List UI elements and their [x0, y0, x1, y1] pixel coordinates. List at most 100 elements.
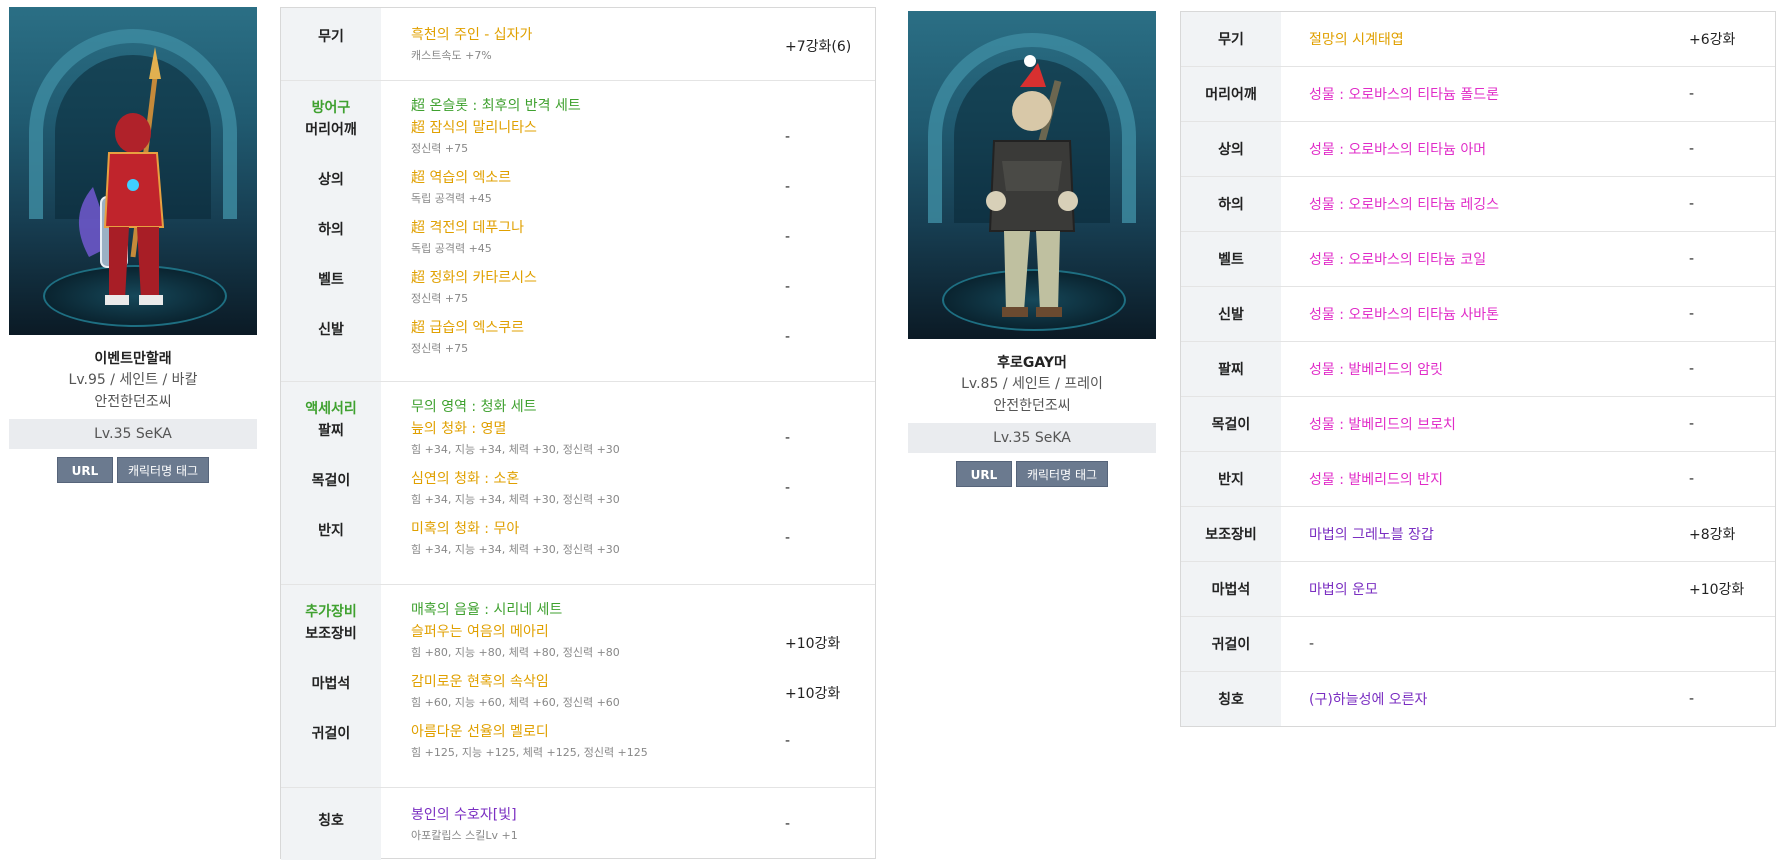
item-option: 정신력 +75	[411, 292, 469, 305]
item-name[interactable]: 심연의 청화 : 소혼	[411, 470, 785, 488]
button-row: URL 캐릭터명 태그	[9, 457, 257, 483]
item-option: 힘 +34, 지능 +34, 체력 +30, 정신력 +30	[411, 493, 620, 506]
item-name[interactable]: 미혹의 청화 : 무아	[411, 520, 785, 538]
equip-row: 팔찌 늪의 청화 : 영멸힘 +34, 지능 +34, 체력 +30, 정신력 …	[281, 420, 875, 470]
set-name[interactable]: 超 온슬롯 : 최후의 반격 세트	[411, 97, 785, 115]
slot-label: 칭호	[318, 813, 344, 829]
item-name[interactable]: 감미로운 현혹의 속삭임	[411, 673, 785, 691]
item-option: 독립 공격력 +45	[411, 192, 492, 205]
slot-label: 반지	[318, 523, 344, 539]
title-group: 칭호 봉인의 수호자[빛] 아포칼립스 스킬Lv +1 -	[281, 788, 875, 860]
equip-row: 반지 성물 : 발베리드의 반지 -	[1181, 452, 1775, 507]
equip-row: 보조장비 마법의 그레노블 장갑 +8강화	[1181, 507, 1775, 562]
item-name[interactable]: 성물 : 발베리드의 암릿	[1281, 359, 1689, 379]
slot-label: 팔찌	[318, 423, 344, 439]
equip-row: 상의 성물 : 오로바스의 티타늄 아머 -	[1181, 122, 1775, 177]
equip-row: 보조장비 슬퍼우는 여음의 메아리 힘 +80, 지능 +80, 체력 +80, …	[281, 623, 875, 673]
equip-row: 목걸이 성물 : 발베리드의 브로치 -	[1181, 397, 1775, 452]
character-portrait	[9, 7, 257, 335]
group-label: 액세서리	[305, 401, 357, 417]
set-name[interactable]: 무의 영역 : 청화 세트	[411, 398, 785, 416]
upgrade-level: -	[1689, 416, 1695, 432]
slot-label: 신발	[1181, 287, 1281, 341]
item-option: 정신력 +75	[411, 142, 469, 155]
slot-label: 상의	[318, 172, 344, 188]
item-name[interactable]: 성물 : 오로바스의 티타늄 사바톤	[1281, 304, 1689, 324]
item-name[interactable]: 늪의 청화 : 영멸	[411, 420, 785, 438]
upgrade-level: +7강화(6)	[785, 39, 852, 55]
equip-row: 벨트 성물 : 오로바스의 티타늄 코일 -	[1181, 232, 1775, 287]
extra-equipment-group: 추가장비 매혹의 음율 : 시리네 세트 보조장비 슬퍼우는 여음의 메아리 힘 …	[281, 585, 875, 788]
url-button[interactable]: URL	[56, 457, 113, 483]
item-name[interactable]: 성물 : 오로바스의 티타늄 폴드론	[1281, 84, 1689, 104]
slot-label: 벨트	[318, 272, 344, 288]
character-guild: 안전한던조씨	[993, 398, 1071, 414]
equip-row: 귀걸이 -	[1181, 617, 1775, 672]
item-name[interactable]: 超 급습의 엑스쿠르	[411, 319, 785, 337]
item-name[interactable]: 超 역습의 엑소르	[411, 169, 785, 187]
weapon-group: 무기 흑천의 주인 - 십자가 캐스트속도 +7% +7강화(6)	[281, 8, 875, 81]
slot-label: 마법석	[311, 676, 351, 692]
item-name[interactable]: -	[1281, 636, 1689, 652]
upgrade-level: +10강화	[785, 686, 841, 702]
upgrade-level: +6강화	[1689, 32, 1736, 48]
equip-row: 칭호 (구)하늘성에 오른자 -	[1181, 672, 1775, 726]
item-option: 힘 +125, 지능 +125, 체력 +125, 정신력 +125	[411, 746, 648, 759]
equip-row: 마법석 감미로운 현혹의 속삭임 힘 +60, 지능 +60, 체력 +60, 정…	[281, 673, 875, 723]
item-option: 힘 +34, 지능 +34, 체력 +30, 정신력 +30	[411, 443, 620, 456]
item-name[interactable]: 아름다운 선율의 멜로디	[411, 723, 785, 741]
item-name[interactable]: 성물 : 발베리드의 브로치	[1281, 414, 1689, 434]
upgrade-level: -	[785, 329, 791, 345]
upgrade-level: -	[785, 279, 791, 295]
character-panel-2: 후로GAY머 Lv.85 / 세인트 / 프레이 안전한던조씨 Lv.35 Se…	[908, 11, 1156, 487]
accessory-group: 액세서리 무의 영역 : 청화 세트 팔찌 늪의 청화 : 영멸힘 +34, 지…	[281, 382, 875, 585]
item-name[interactable]: 절망의 시계태엽	[1281, 29, 1689, 49]
slot-label: 무기	[1181, 12, 1281, 66]
upgrade-level: -	[1689, 86, 1695, 102]
item-name[interactable]: 봉인의 수호자[빛]	[411, 806, 785, 824]
item-name[interactable]: (구)하늘성에 오른자	[1281, 689, 1689, 709]
upgrade-level: +10강화	[785, 636, 841, 652]
character-tag-button[interactable]: 캐릭터명 태그	[116, 457, 210, 483]
character-level-class-server: Lv.95 / 세인트 / 바칼	[68, 372, 198, 388]
equip-row: 상의 超 역습의 엑소르 독립 공격력 +45 -	[281, 169, 875, 219]
item-option: 힘 +34, 지능 +34, 체력 +30, 정신력 +30	[411, 543, 620, 556]
set-name[interactable]: 매혹의 음율 : 시리네 세트	[411, 601, 785, 619]
item-name[interactable]: 마법의 그레노블 장갑	[1281, 524, 1689, 544]
item-name[interactable]: 성물 : 오로바스의 티타늄 아머	[1281, 139, 1689, 159]
character-portrait	[908, 11, 1156, 339]
item-option: 정신력 +75	[411, 342, 469, 355]
slot-label: 머리어깨	[305, 122, 357, 138]
upgrade-level: -	[785, 430, 791, 446]
item-option: 캐스트속도 +7%	[411, 49, 492, 62]
character-level-class-server: Lv.85 / 세인트 / 프레이	[961, 376, 1103, 392]
equipment-table-2: 무기 절망의 시계태엽 +6강화머리어깨 성물 : 오로바스의 티타늄 폴드론 - 상의 성…	[1180, 11, 1776, 727]
item-name[interactable]: 超 잠식의 말리니타스	[411, 119, 785, 137]
character-tag-button[interactable]: 캐릭터명 태그	[1015, 461, 1109, 487]
upgrade-level: -	[1689, 691, 1695, 707]
item-name[interactable]: 超 격전의 데푸그나	[411, 219, 785, 237]
equip-row: 머리어깨 성물 : 오로바스의 티타늄 폴드론 -	[1181, 67, 1775, 122]
upgrade-level: -	[785, 733, 791, 749]
equip-row: 목걸이 심연의 청화 : 소혼 힘 +34, 지능 +34, 체력 +30, 정신…	[281, 470, 875, 520]
slot-label: 목걸이	[1181, 397, 1281, 451]
character-name: 후로GAY머	[997, 355, 1067, 371]
button-row: URL 캐릭터명 태그	[908, 461, 1156, 487]
slot-label: 반지	[1181, 452, 1281, 506]
url-button[interactable]: URL	[955, 461, 1012, 487]
upgrade-level: -	[1689, 196, 1695, 212]
slot-label: 보조장비	[1181, 507, 1281, 561]
item-name[interactable]: 超 정화의 카타르시스	[411, 269, 785, 287]
item-name[interactable]: 슬퍼우는 여음의 메아리	[411, 623, 785, 641]
equip-row: 반지 미혹의 청화 : 무아힘 +34, 지능 +34, 체력 +30, 정신력…	[281, 520, 875, 570]
armor-set-row: 방어구 超 온슬롯 : 최후의 반격 세트	[281, 81, 875, 119]
slot-label: 하의	[318, 222, 344, 238]
item-name[interactable]: 성물 : 오로바스의 티타늄 레깅스	[1281, 194, 1689, 214]
item-name[interactable]: 흑천의 주인 - 십자가	[411, 26, 785, 44]
item-name[interactable]: 성물 : 발베리드의 반지	[1281, 469, 1689, 489]
equip-row: 귀걸이 아름다운 선율의 멜로디 힘 +125, 지능 +125, 체력 +125…	[281, 723, 875, 773]
item-name[interactable]: 마법의 운모	[1281, 579, 1689, 599]
upgrade-level: +8강화	[1689, 527, 1736, 543]
equip-row: 하의 성물 : 오로바스의 티타늄 레깅스 -	[1181, 177, 1775, 232]
item-name[interactable]: 성물 : 오로바스의 티타늄 코일	[1281, 249, 1689, 269]
